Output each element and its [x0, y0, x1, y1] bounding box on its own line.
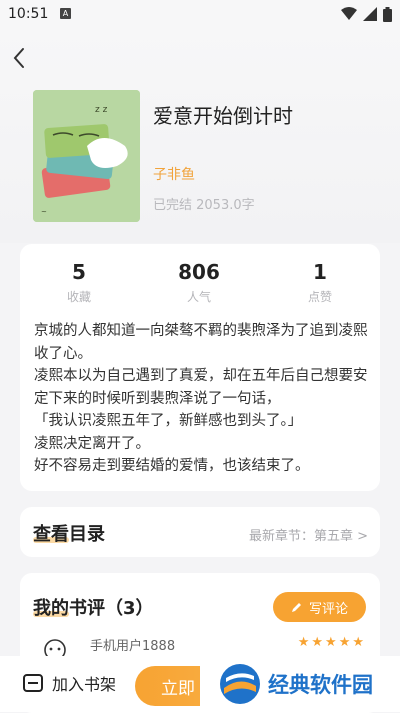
stat-label: 收藏 — [66, 290, 91, 304]
description-line: 凌熙本以为自己遇到了真爱，却在五年后自己想要安定下来的时候听到裴煦泽说了一句话， — [34, 368, 368, 407]
battery-icon — [383, 6, 392, 22]
stat-label: 人气 — [186, 290, 211, 304]
star-icon: ★ — [311, 635, 326, 650]
book-description: 京城的人都知道一向桀骜不羁的裴煦泽为了追到凌熙收了心。 凌熙本以为自己遇到了真爱… — [34, 320, 370, 478]
add-to-shelf-label: 加入书架 — [52, 675, 117, 694]
pencil-icon — [291, 603, 301, 612]
review-username: 手机用户1888 — [90, 639, 176, 654]
stat-value: 1 — [313, 260, 327, 284]
description-line: 「我认识凌熙五年了，新鲜感也到头了。」 — [34, 413, 303, 429]
star-icon: ★ — [352, 635, 366, 650]
svg-text:z z: z z — [95, 105, 108, 115]
wifi-icon — [341, 7, 357, 20]
stat-label: 点赞 — [307, 290, 332, 304]
star-icon: ★ — [297, 635, 312, 650]
description-line: 京城的人都知道一向桀骜不羁的裴煦泽为了追到凌熙收了心。 — [34, 323, 368, 362]
latest-chapter-link[interactable]: 最新章节：第五章 > — [249, 525, 368, 544]
toc-title: 查看目录 — [33, 524, 105, 545]
watermark-logo-icon — [220, 664, 260, 704]
notification-badge: A — [60, 8, 71, 19]
book-info-card: 5 收藏 806 人气 1 点赞 京城的人都知道一向桀骜不羁的裴煦泽为了追到凌熙… — [20, 244, 380, 491]
book-cover[interactable]: z z ~ — [33, 90, 140, 222]
stat-popularity: 806 人气 — [159, 260, 239, 305]
star-icon: ★ — [325, 635, 339, 650]
stat-favorites: 5 收藏 — [39, 260, 119, 305]
book-meta: 已完结 2053.0字 — [153, 198, 255, 213]
stat-likes: 1 点赞 — [280, 260, 360, 305]
add-to-shelf-button[interactable]: 加入书架 — [22, 671, 116, 695]
book-author[interactable]: 子非鱼 — [153, 164, 195, 184]
table-of-contents-card[interactable]: 查看目录 最新章节：第五章 > — [20, 507, 380, 557]
write-review-button[interactable]: 写评论 — [273, 592, 366, 622]
watermark-text: 经典软件园 — [268, 673, 373, 697]
status-bar: 10:51 A — [0, 0, 400, 28]
read-now-label: 立即 — [161, 678, 195, 699]
watermark: 经典软件园 — [200, 656, 400, 712]
back-button[interactable] — [10, 46, 30, 70]
reviews-title: 我的书评（3） — [33, 598, 154, 619]
stat-value: 5 — [72, 260, 86, 284]
star-icon: ★ — [338, 635, 353, 650]
signal-icon — [363, 7, 377, 21]
bookshelf-icon — [23, 674, 43, 692]
stat-value: 806 — [178, 260, 220, 284]
svg-text:~: ~ — [41, 208, 47, 216]
system-icons — [341, 6, 392, 22]
status-time: 10:51 — [8, 6, 49, 22]
review-rating: ★★★★★ — [298, 635, 366, 650]
chevron-left-icon — [13, 48, 24, 68]
book-title: 爱意开始倒计时 — [153, 104, 293, 128]
description-line: 凌熙决定离开了。 — [34, 435, 150, 452]
description-line: 好不容易走到要结婚的爱情，也该结束了。 — [34, 458, 310, 474]
cover-illustration: z z ~ — [33, 90, 140, 222]
write-review-label: 写评论 — [308, 601, 348, 617]
